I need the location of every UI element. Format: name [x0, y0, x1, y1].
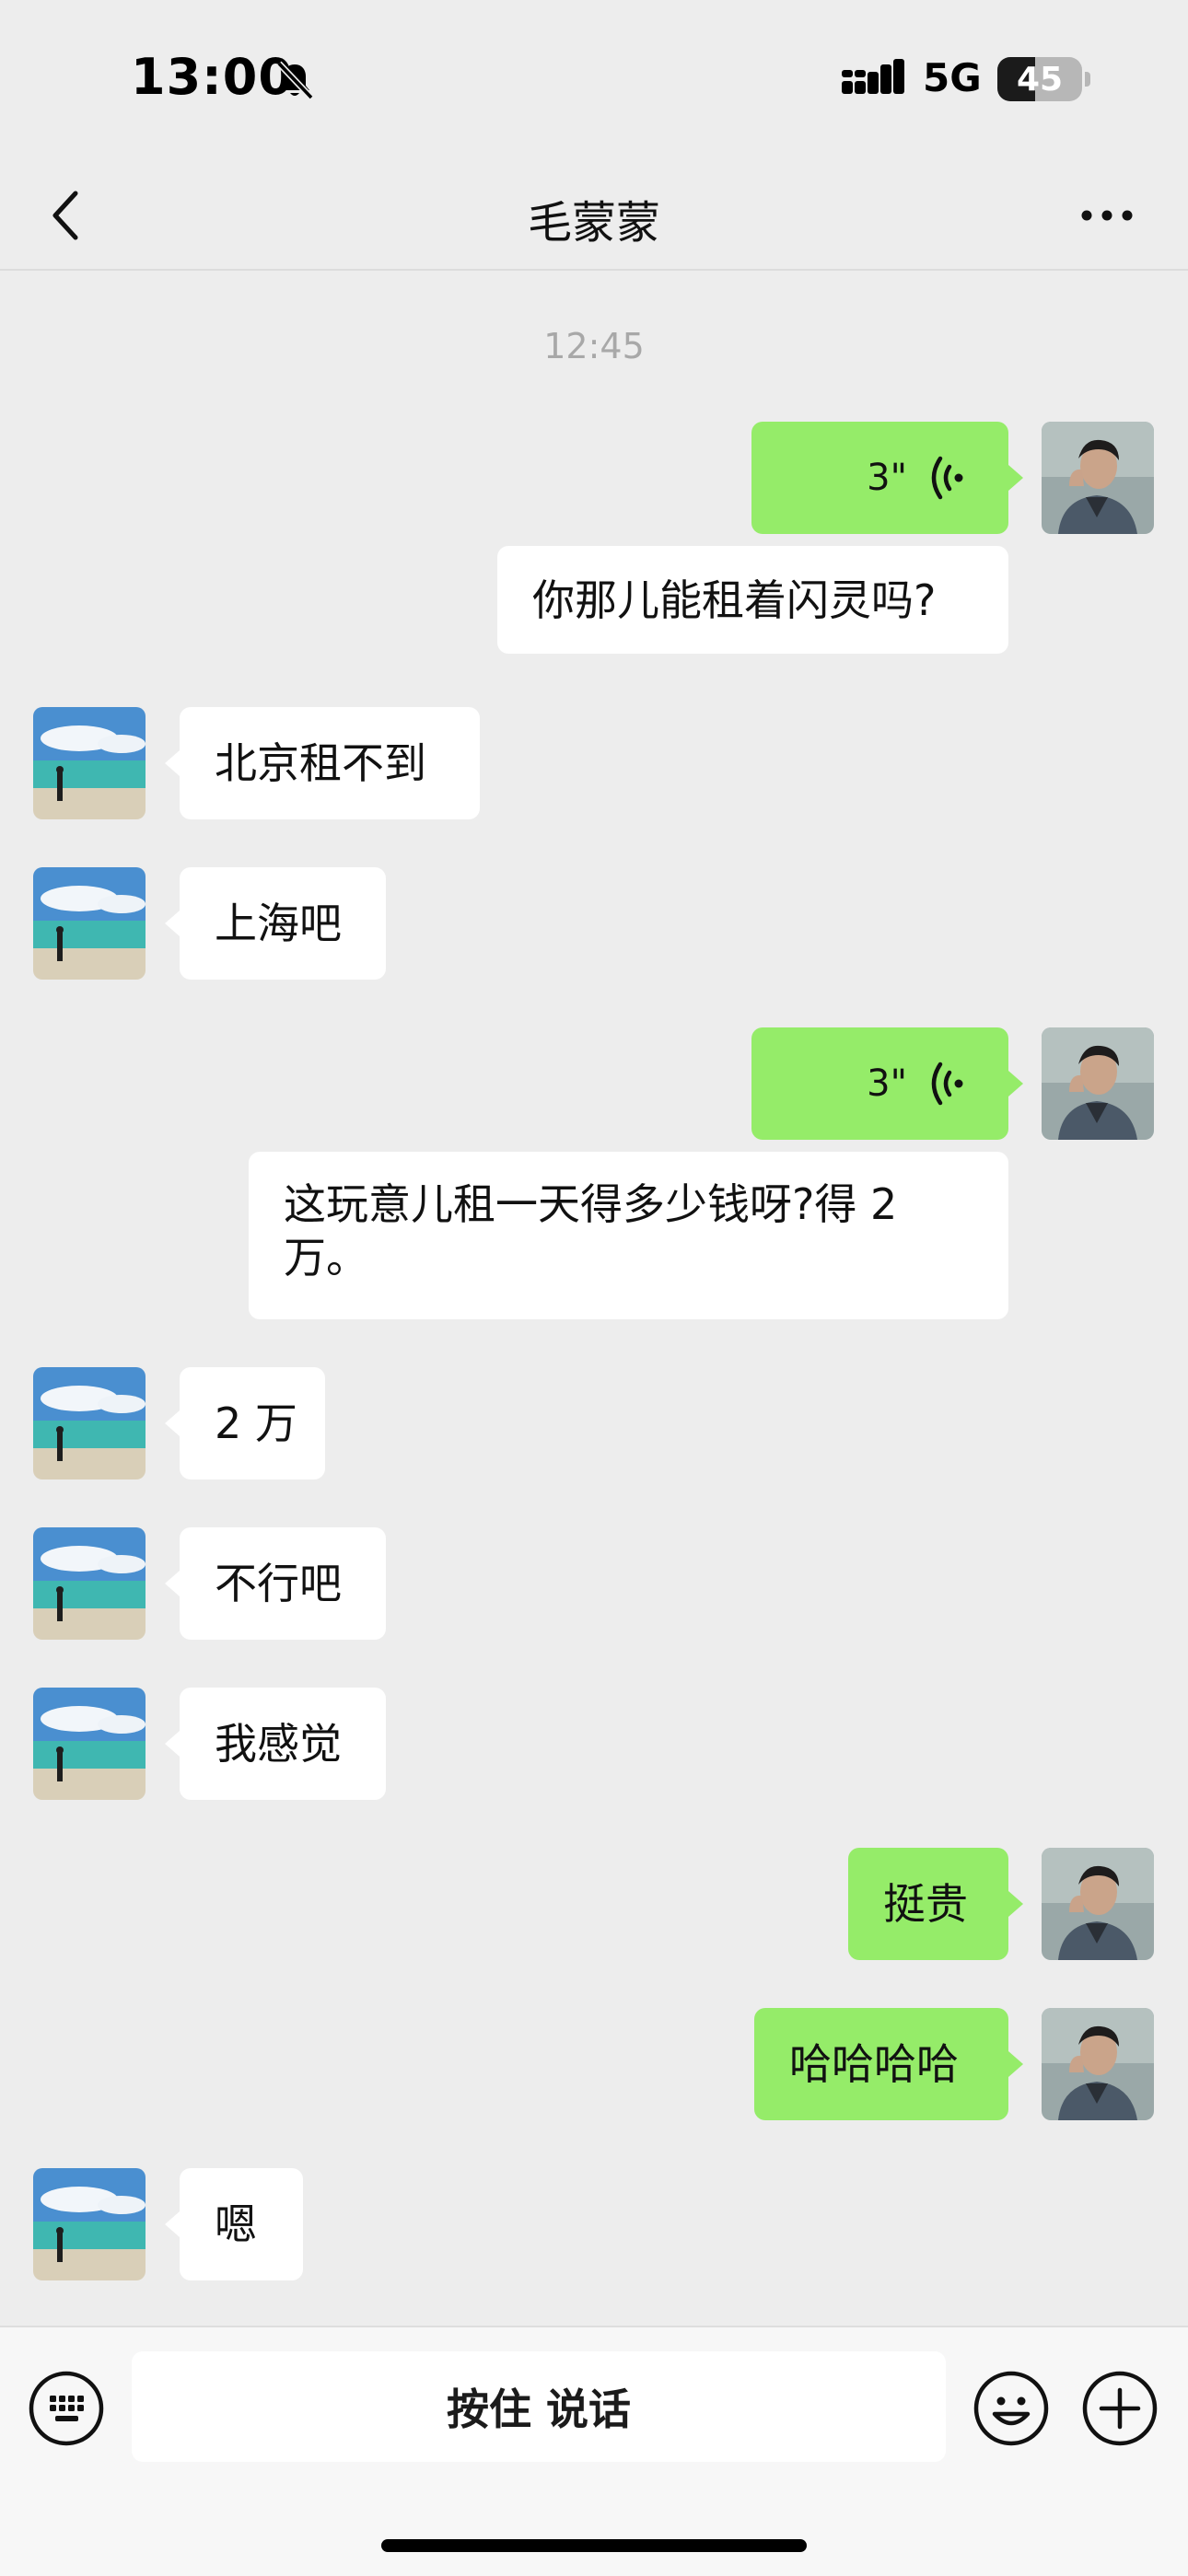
avatar-photo-beach: [33, 1688, 146, 1800]
bubble-tail: [165, 1410, 180, 1436]
my-avatar[interactable]: [1042, 1848, 1154, 1960]
plus-circle-icon: [1082, 2371, 1158, 2446]
battery-level: 45: [1016, 61, 1064, 99]
hold-to-talk-button[interactable]: 按住 说话: [132, 2351, 946, 2462]
transcript-text: 你那儿能租着闪灵吗?: [532, 575, 937, 625]
message-timestamp: 12:45: [543, 326, 645, 366]
smiley-icon: [973, 2371, 1049, 2446]
bell-muted-icon: [276, 61, 314, 100]
message-text: 不行吧: [215, 1559, 342, 1608]
message-text: 北京租不到: [215, 738, 426, 788]
message-text: 上海吧: [215, 899, 342, 948]
bubble-tail: [1008, 1071, 1023, 1097]
bubble-tail: [1008, 465, 1023, 491]
bubble-tail: [165, 911, 180, 936]
nav-bar: 毛蒙蒙: [0, 162, 1188, 271]
my-avatar[interactable]: [1042, 422, 1154, 534]
keyboard-toggle-button[interactable]: [28, 2370, 105, 2447]
chevron-left-icon: [52, 191, 78, 240]
home-indicator[interactable]: [381, 2539, 807, 2552]
emoji-button[interactable]: [973, 2370, 1050, 2447]
avatar-photo-man: [1042, 1027, 1154, 1140]
my-avatar[interactable]: [1042, 2008, 1154, 2120]
network-type: 5G: [923, 55, 982, 100]
contact-avatar[interactable]: [33, 1367, 146, 1479]
avatar-photo-man: [1042, 2008, 1154, 2120]
voice-message-bubble[interactable]: 3": [751, 1027, 1023, 1140]
avatar-photo-beach: [33, 2168, 146, 2280]
voice-wave-icon: [931, 1062, 963, 1106]
keyboard-icon: [29, 2371, 104, 2446]
message-text: 挺贵: [883, 1879, 968, 1929]
text-message-bubble[interactable]: 挺贵: [848, 1848, 1023, 1960]
message-text: 哈哈哈哈: [789, 2039, 959, 2089]
bubble-tail: [1008, 2051, 1023, 2077]
voice-duration: 3": [867, 1062, 907, 1105]
avatar-photo-beach: [33, 867, 146, 980]
hold-to-talk-label: 按住 说话: [446, 2385, 631, 2434]
back-button[interactable]: [33, 182, 99, 249]
bubble-tail: [165, 2211, 180, 2237]
battery-icon: 45: [997, 57, 1082, 101]
transcript-line: 这玩意儿租一天得多少钱呀?得 2: [284, 1179, 898, 1229]
avatar-photo-beach: [33, 1367, 146, 1479]
text-message-bubble[interactable]: 嗯: [165, 2168, 303, 2280]
contact-avatar[interactable]: [33, 1527, 146, 1640]
battery-cap: [1085, 72, 1090, 87]
voice-transcript[interactable]: 你那儿能租着闪灵吗?: [497, 546, 1008, 654]
contact-avatar[interactable]: [33, 1688, 146, 1800]
input-bar: 按住 说话: [0, 2326, 1188, 2576]
avatar-photo-man: [1042, 422, 1154, 534]
avatar-photo-man: [1042, 1848, 1154, 1960]
bubble-tail: [1008, 1891, 1023, 1917]
more-actions-button[interactable]: [1081, 2370, 1159, 2447]
message-text: 嗯: [215, 2199, 257, 2249]
text-message-bubble[interactable]: 不行吧: [165, 1527, 386, 1640]
text-message-bubble[interactable]: 上海吧: [165, 867, 386, 980]
status-bar: 13:00 5G 45: [0, 0, 1188, 162]
voice-duration: 3": [867, 457, 907, 499]
more-button[interactable]: [1074, 182, 1140, 249]
text-message-bubble[interactable]: 我感觉: [165, 1688, 386, 1800]
my-avatar[interactable]: [1042, 1027, 1154, 1140]
voice-transcript[interactable]: 这玩意儿租一天得多少钱呀?得 2 万。: [249, 1152, 1008, 1319]
message-text: 我感觉: [215, 1719, 342, 1769]
ellipsis-icon: [1081, 210, 1133, 221]
voice-wave-icon: [931, 456, 963, 500]
contact-avatar[interactable]: [33, 867, 146, 980]
avatar-photo-beach: [33, 1527, 146, 1640]
voice-message-bubble[interactable]: 3": [751, 422, 1023, 534]
text-message-bubble[interactable]: 哈哈哈哈: [754, 2008, 1023, 2120]
status-time: 13:00: [131, 48, 294, 106]
chat-title: 毛蒙蒙: [527, 197, 660, 249]
bubble-tail: [165, 750, 180, 776]
contact-avatar[interactable]: [33, 707, 146, 819]
avatar-photo-beach: [33, 707, 146, 819]
text-message-bubble[interactable]: 北京租不到: [165, 707, 480, 819]
bubble-tail: [165, 1731, 180, 1757]
message-text: 2 万: [215, 1398, 297, 1448]
cellular-signal-icon: [842, 59, 904, 94]
bubble-tail: [165, 1571, 180, 1596]
text-message-bubble[interactable]: 2 万: [165, 1367, 325, 1479]
contact-avatar[interactable]: [33, 2168, 146, 2280]
transcript-line: 万。: [284, 1233, 368, 1282]
